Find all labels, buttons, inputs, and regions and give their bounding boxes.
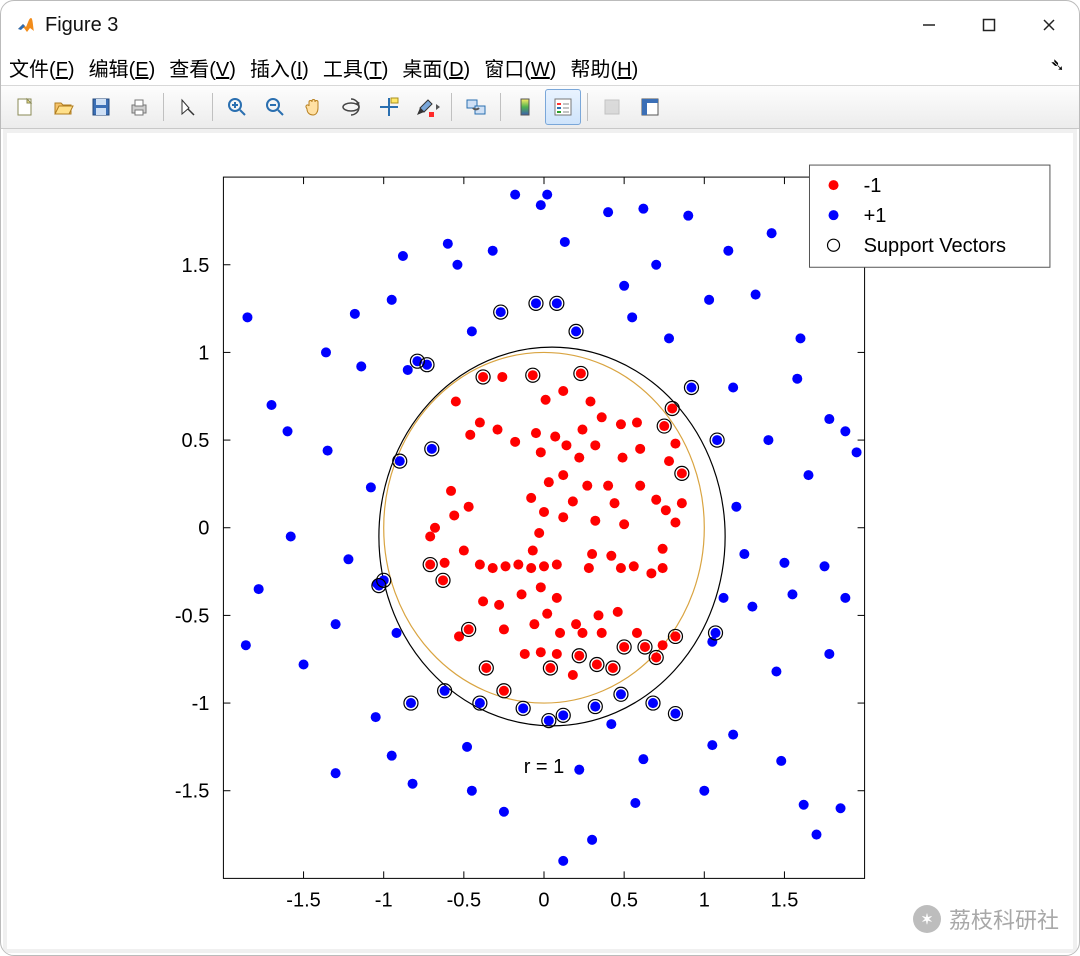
menu-edit[interactable]: 编辑(E) [89, 53, 156, 82]
zoom-out-button[interactable] [257, 89, 293, 125]
watermark: ✶ 荔枝科研社 [913, 903, 1059, 935]
edit-plot-button[interactable] [170, 89, 206, 125]
svg-text:1: 1 [198, 342, 209, 364]
save-button[interactable] [83, 89, 119, 125]
figure-window: Figure 3 文件(F) 编辑(E) 查看(V) 插入(I) 工具(T) 桌… [0, 0, 1080, 956]
zoom-in-button[interactable] [219, 89, 255, 125]
maximize-button[interactable] [959, 1, 1019, 49]
window-title: Figure 3 [45, 14, 118, 37]
figure-client: -1.5 -1 -0.5 0 0.5 1 1.5 -1.5 -1 -0.5 0 0.5 1 1.5 r =… [3, 129, 1077, 953]
insert-legend-button[interactable] [545, 89, 581, 125]
svg-text:-1: -1 [192, 693, 210, 715]
svg-text:1.5: 1.5 [182, 255, 210, 277]
menu-tools[interactable]: 工具(T) [323, 53, 389, 82]
brush-button[interactable] [409, 89, 445, 125]
svg-text:1.5: 1.5 [771, 889, 799, 911]
close-button[interactable] [1019, 1, 1079, 49]
menu-help[interactable]: 帮助(H) [570, 53, 638, 82]
pan-button[interactable] [295, 89, 331, 125]
svg-text:-1: -1 [375, 889, 393, 911]
legend-sv: Support Vectors [864, 235, 1006, 257]
svg-text:-1.5: -1.5 [286, 889, 320, 911]
svg-text:-0.5: -0.5 [175, 605, 210, 627]
menu-window[interactable]: 窗口(W) [484, 53, 556, 82]
print-button[interactable] [121, 89, 157, 125]
data-cursor-button[interactable] [371, 89, 407, 125]
matlab-icon [15, 15, 35, 35]
svg-text:1: 1 [699, 889, 710, 911]
rotate-3d-button[interactable] [333, 89, 369, 125]
menu-file[interactable]: 文件(F) [9, 53, 75, 82]
menu-desktop[interactable]: 桌面(D) [402, 53, 470, 82]
toolbar [1, 85, 1079, 129]
open-button[interactable] [45, 89, 81, 125]
wechat-icon: ✶ [913, 905, 941, 933]
insert-colorbar-button[interactable] [507, 89, 543, 125]
svg-text:-0.5: -0.5 [447, 889, 481, 911]
show-tools-button[interactable] [632, 89, 668, 125]
svg-text:0.5: 0.5 [610, 889, 638, 911]
svg-text:0.5: 0.5 [182, 430, 210, 452]
legend[interactable]: -1 +1 Support Vectors [809, 165, 1049, 267]
menu-insert[interactable]: 插入(I) [250, 53, 309, 82]
svg-text:-1.5: -1.5 [175, 781, 210, 803]
menubar: 文件(F) 编辑(E) 查看(V) 插入(I) 工具(T) 桌面(D) 窗口(W… [1, 49, 1079, 85]
link-plot-button[interactable] [458, 89, 494, 125]
undock-icon[interactable]: ➴ [1050, 55, 1065, 76]
axes[interactable]: -1.5 -1 -0.5 0 0.5 1 1.5 -1.5 -1 -0.5 0 0.5 1 1.5 r =… [3, 129, 1077, 955]
legend-pos: +1 [864, 205, 887, 227]
minimize-button[interactable] [899, 1, 959, 49]
annotation-r: r = 1 [524, 756, 565, 778]
svg-text:0: 0 [538, 889, 549, 911]
new-figure-button[interactable] [7, 89, 43, 125]
hide-tools-button[interactable] [594, 89, 630, 125]
legend-neg: -1 [864, 175, 882, 197]
menu-view[interactable]: 查看(V) [169, 53, 236, 82]
titlebar[interactable]: Figure 3 [1, 1, 1079, 49]
svg-text:0: 0 [198, 518, 209, 540]
